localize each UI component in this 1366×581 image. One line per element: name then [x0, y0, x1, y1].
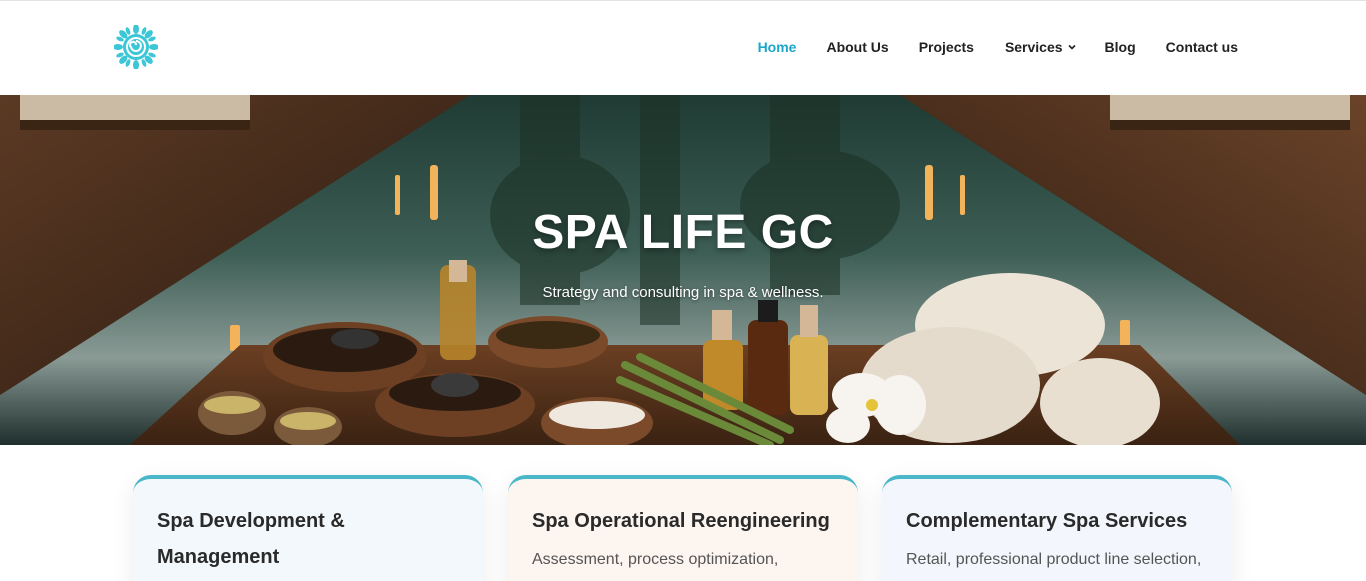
nav-home[interactable]: Home — [758, 39, 797, 55]
nav-projects[interactable]: Projects — [919, 39, 974, 55]
lotus-spiral-logo-icon[interactable] — [114, 25, 158, 69]
service-card-complementary[interactable]: Complementary Spa Services Retail, profe… — [882, 475, 1232, 581]
card-text: Assessment, process optimization, — [532, 551, 779, 568]
hero-subtitle: Strategy and consulting in spa & wellnes… — [542, 284, 824, 301]
card-title: Complementary Spa Services — [906, 510, 1188, 532]
nav-services-label: Services — [1004, 39, 1063, 55]
hero-banner: SPA LIFE GC Strategy and consulting in s… — [0, 95, 1366, 445]
service-card-reengineering[interactable]: Spa Operational Reengineering Assessment… — [508, 475, 858, 581]
chevron-down-icon — [1067, 44, 1076, 50]
nav-about-us[interactable]: About Us — [826, 39, 888, 55]
nav-contact-us[interactable]: Contact us — [1166, 39, 1238, 55]
card-text: Retail, professional product line select… — [906, 551, 1202, 568]
hero-title: SPA LIFE GC — [532, 206, 834, 259]
nav-blog[interactable]: Blog — [1105, 39, 1136, 55]
card-title: Spa Operational Reengineering — [532, 510, 830, 532]
card-title: Spa Development & Management — [157, 510, 345, 568]
main-nav: Home About Us Projects Services Blog Con… — [758, 39, 1238, 55]
site-header: Home About Us Projects Services Blog Con… — [0, 0, 1366, 95]
nav-services[interactable]: Services — [1005, 39, 1076, 55]
hero-background-image — [0, 95, 1366, 445]
service-card-development[interactable]: Spa Development & Management — [133, 475, 483, 581]
